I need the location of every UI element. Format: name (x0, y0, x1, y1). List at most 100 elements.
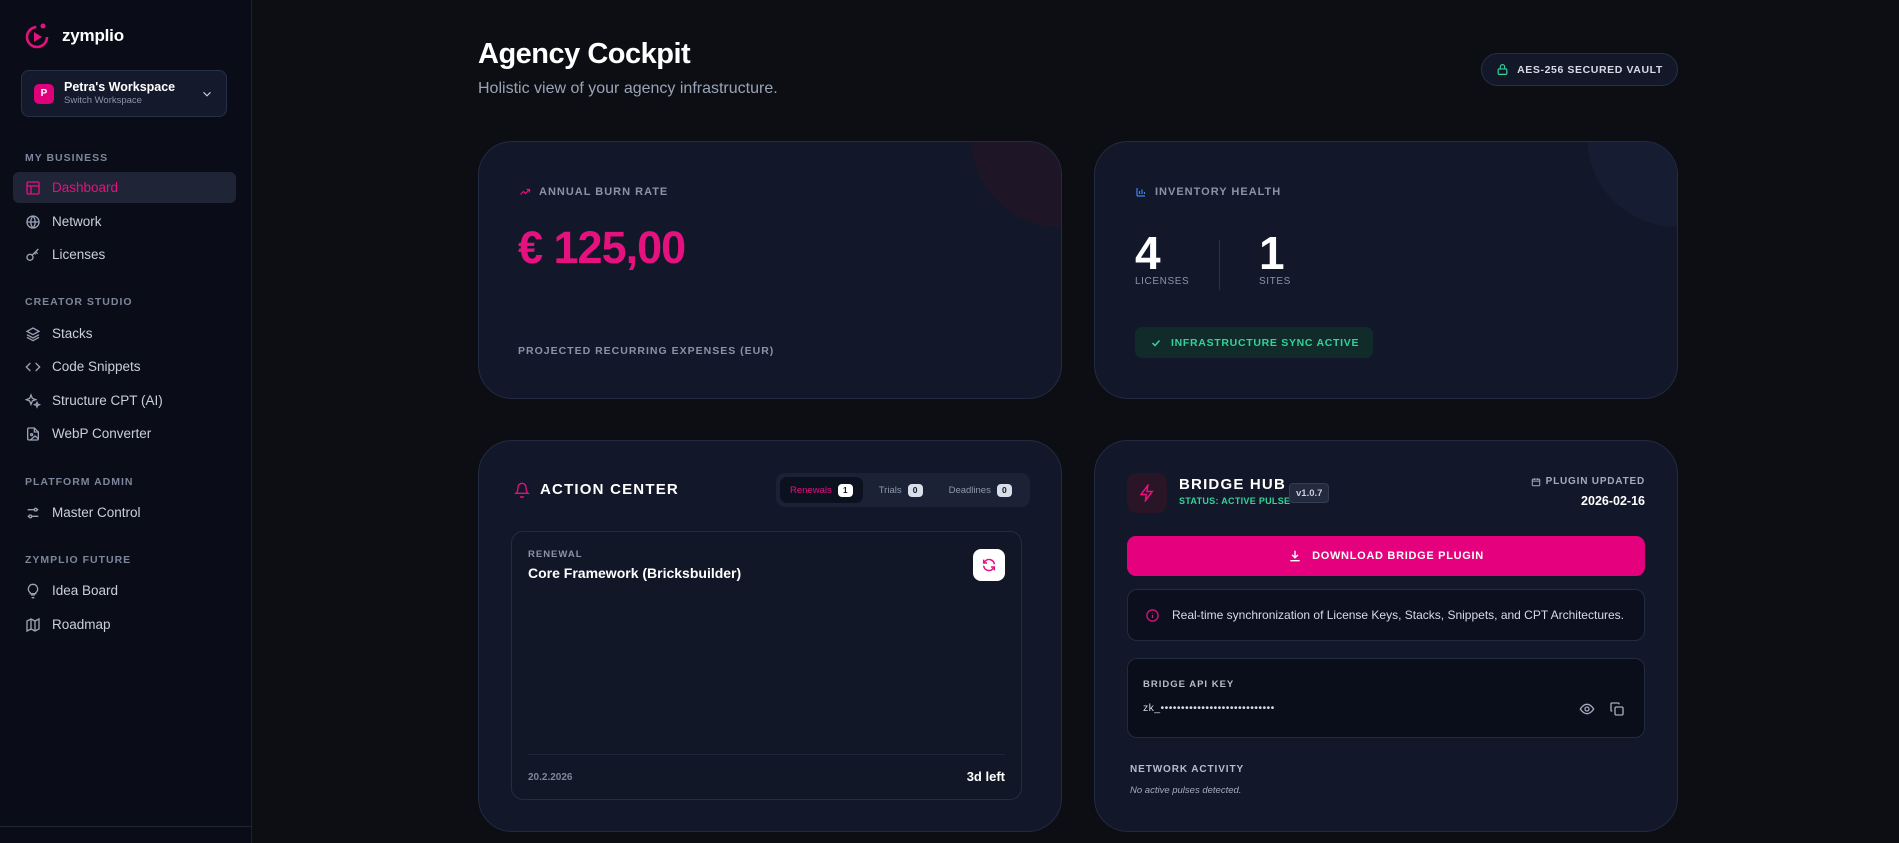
sidebar-divider (0, 826, 252, 827)
sidebar-item-label: Structure CPT (AI) (52, 393, 163, 408)
network-activity-label: NETWORK ACTIVITY (1130, 764, 1245, 775)
eye-icon[interactable] (1579, 701, 1595, 717)
inventory-health-card: INVENTORY HEALTH 4 LICENSES 1 SITES INFR… (1094, 141, 1678, 399)
sidebar-item-code-snippets[interactable]: Code Snippets (13, 351, 236, 382)
info-icon (1146, 608, 1159, 622)
sidebar-item-label: Roadmap (52, 617, 111, 632)
check-icon (1151, 339, 1161, 347)
zymplio-logo-icon (25, 23, 49, 49)
workspace-switcher[interactable]: P Petra's Workspace Switch Workspace (21, 70, 227, 117)
renew-button[interactable] (973, 549, 1005, 581)
sidebar-item-label: Licenses (52, 247, 106, 262)
code-icon (25, 362, 41, 371)
sync-status-text: INFRASTRUCTURE SYNC ACTIVE (1171, 336, 1360, 349)
sliders-icon (27, 507, 39, 518)
brand-logo[interactable]: zymplio (24, 21, 124, 51)
bridge-hub-title: BRIDGE HUB (1179, 476, 1287, 493)
nav-section-zymplio-future: ZYMPLIO FUTURE (25, 554, 132, 566)
tab-deadlines[interactable]: Deadlines 0 (939, 477, 1022, 503)
tab-label: Trials (878, 484, 902, 496)
network-activity-empty: No active pulses detected. (1130, 785, 1242, 796)
bridge-info-text: Real-time synchronization of License Key… (1172, 608, 1624, 622)
vault-badge-label: AES-256 SECURED VAULT (1517, 63, 1663, 76)
action-center-card: ACTION CENTER Renewals 1 Trials 0 Deadli… (478, 440, 1062, 832)
card-decoration (1587, 142, 1677, 227)
tab-trials[interactable]: Trials 0 (869, 477, 933, 503)
item-remaining: 3d left (966, 769, 1005, 784)
workspace-name: Petra's Workspace (64, 80, 176, 94)
item-date: 20.2.2026 (528, 772, 573, 783)
action-center-tabs: Renewals 1 Trials 0 Deadlines 0 (776, 473, 1030, 507)
nav-section-creator-studio: CREATOR STUDIO (25, 296, 133, 308)
bridge-hub-status: STATUS: ACTIVE PULSE (1179, 496, 1291, 506)
nav-section-platform-admin: PLATFORM ADMIN (25, 476, 134, 488)
sidebar-item-label: Stacks (52, 326, 93, 341)
inventory-health-label: INVENTORY HEALTH (1135, 186, 1281, 198)
sidebar-item-idea-board[interactable]: Idea Board (13, 575, 236, 606)
nav-section-my-business: MY BUSINESS (25, 152, 109, 164)
page-subtitle: Holistic view of your agency infrastruct… (478, 80, 778, 97)
bridge-info-box: Real-time synchronization of License Key… (1127, 589, 1645, 641)
sites-count: 1 (1259, 227, 1285, 279)
file-image-icon (27, 426, 39, 441)
licenses-count: 4 (1135, 227, 1161, 279)
key-icon (26, 248, 39, 261)
plugin-updated-label-text: PLUGIN UPDATED (1545, 476, 1645, 487)
bell-icon (514, 482, 530, 498)
refresh-icon (982, 558, 996, 572)
sync-status-badge: INFRASTRUCTURE SYNC ACTIVE (1135, 327, 1373, 358)
bar-chart-icon (1136, 188, 1146, 197)
tab-renewals[interactable]: Renewals 1 (780, 477, 863, 503)
burn-rate-footnote: PROJECTED RECURRING EXPENSES (EUR) (518, 345, 775, 357)
page-title: Agency Cockpit (478, 38, 691, 70)
download-icon (1290, 550, 1300, 562)
tab-count-badge: 0 (907, 483, 923, 497)
lock-icon (1497, 64, 1508, 75)
licenses-label: LICENSES (1135, 276, 1190, 287)
sidebar-item-licenses[interactable]: Licenses (13, 239, 236, 270)
bridge-hub-card: BRIDGE HUB STATUS: ACTIVE PULSE v1.0.7 P… (1094, 440, 1678, 832)
sidebar-item-structure-cpt[interactable]: Structure CPT (AI) (13, 385, 236, 416)
item-title: Core Framework (Bricksbuilder) (528, 565, 742, 581)
item-divider (528, 754, 1005, 755)
globe-icon (26, 214, 40, 229)
sidebar-item-webp-converter[interactable]: WebP Converter (13, 418, 236, 449)
sidebar-item-stacks[interactable]: Stacks (13, 318, 236, 349)
item-kind: RENEWAL (528, 549, 583, 560)
chevron-down-icon (203, 91, 211, 97)
zap-icon (1139, 484, 1154, 502)
sidebar: zymplio P Petra's Workspace Switch Works… (0, 0, 252, 843)
download-plugin-button[interactable]: DOWNLOAD BRIDGE PLUGIN (1127, 536, 1645, 576)
api-key-label: BRIDGE API KEY (1143, 679, 1235, 690)
sidebar-item-label: Master Control (52, 505, 141, 520)
vault-status-badge: AES-256 SECURED VAULT (1481, 53, 1678, 86)
copy-icon[interactable] (1609, 701, 1625, 717)
action-center-title-text: ACTION CENTER (540, 481, 679, 498)
burn-rate-card: ANNUAL BURN RATE € 125,00 PROJECTED RECU… (478, 141, 1062, 399)
tab-count-badge: 1 (837, 483, 853, 497)
burn-rate-label-text: ANNUAL BURN RATE (539, 186, 669, 198)
api-key-value[interactable]: zk_•••••••••••••••••••••••••••• (1143, 702, 1275, 714)
plugin-updated-label: PLUGIN UPDATED (1531, 476, 1645, 487)
inventory-health-label-text: INVENTORY HEALTH (1155, 186, 1282, 198)
sidebar-item-network[interactable]: Network (13, 206, 236, 237)
renewal-item-card[interactable]: RENEWAL Core Framework (Bricksbuilder) 2… (511, 531, 1022, 800)
sidebar-item-label: Network (52, 214, 102, 229)
workspace-switch-label: Switch Workspace (64, 95, 142, 106)
brand-name: zymplio (62, 26, 124, 45)
burn-rate-value: € 125,00 (518, 222, 686, 273)
trending-up-icon (520, 188, 531, 195)
map-icon (26, 617, 40, 632)
sidebar-item-label: Code Snippets (52, 359, 141, 374)
sidebar-item-dashboard[interactable]: Dashboard (13, 172, 236, 203)
sidebar-item-roadmap[interactable]: Roadmap (13, 609, 236, 640)
tab-count-badge: 0 (996, 483, 1012, 497)
sparkles-icon (25, 392, 41, 409)
tab-label: Renewals (790, 484, 832, 496)
calendar-icon (1531, 477, 1540, 486)
sidebar-item-master-control[interactable]: Master Control (13, 497, 236, 528)
stat-divider (1219, 240, 1220, 290)
plugin-version-badge: v1.0.7 (1289, 483, 1330, 503)
bridge-hub-icon-box (1127, 473, 1167, 513)
sidebar-item-label: WebP Converter (52, 426, 152, 441)
